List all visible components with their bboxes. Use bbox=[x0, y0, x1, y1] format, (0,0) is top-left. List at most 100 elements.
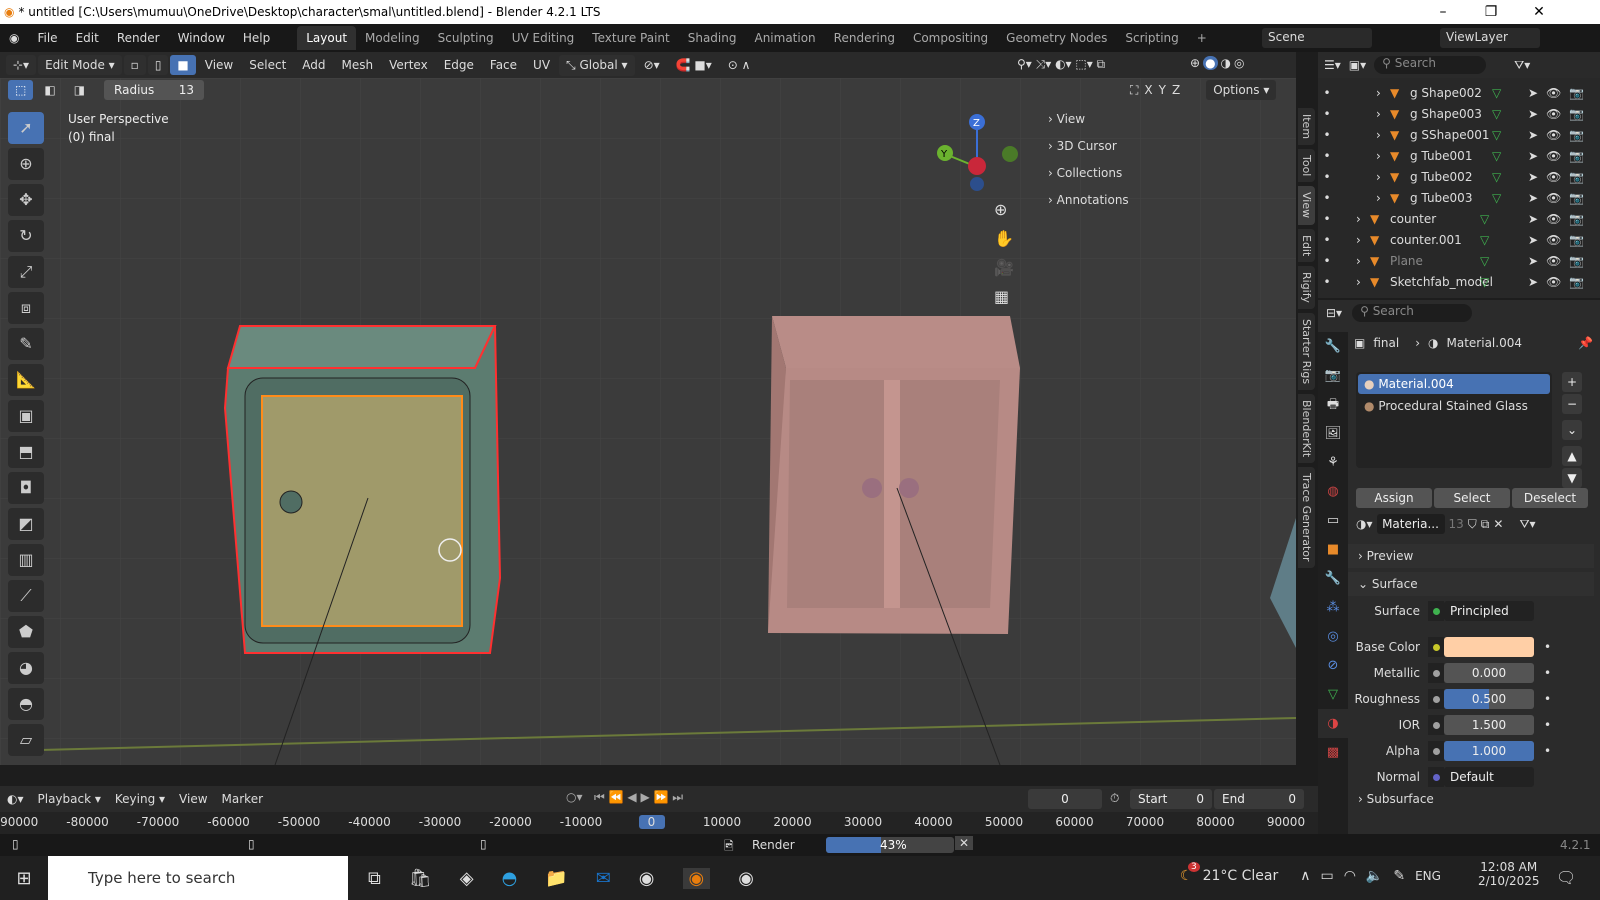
subsurface-panel-header[interactable]: › Subsurface bbox=[1358, 792, 1434, 806]
blender-taskbar-icon[interactable]: ◉ bbox=[682, 867, 711, 889]
tab-sculpting[interactable]: Sculpting bbox=[429, 26, 503, 50]
material-slot-item[interactable]: ● Procedural Stained Glass bbox=[1358, 396, 1550, 416]
editor-type-button[interactable]: ⊹▾ bbox=[6, 55, 37, 75]
scene-selector[interactable]: Scene bbox=[1262, 28, 1372, 48]
chrome-icon[interactable]: ◉ bbox=[738, 868, 754, 889]
panel-annotations[interactable]: › Annotations bbox=[1040, 187, 1280, 214]
taskbar-search[interactable]: Type here to search bbox=[48, 856, 348, 900]
timeline-ruler[interactable]: -90000 -80000 -70000 -60000 -50000 -40000 -300… bbox=[0, 812, 1318, 834]
zoom-icon[interactable]: ⊕ bbox=[994, 200, 1014, 219]
remove-slot-button[interactable]: − bbox=[1562, 394, 1582, 414]
eye-icon[interactable]: 👁 bbox=[1546, 107, 1561, 121]
current-frame-field[interactable]: 0 bbox=[1028, 789, 1102, 809]
tab-animation[interactable]: Animation bbox=[745, 26, 824, 50]
modifier-properties-icon[interactable]: 🔧 bbox=[1318, 564, 1348, 593]
menu-file[interactable]: File bbox=[28, 31, 66, 45]
file-explorer-icon[interactable]: 📁 bbox=[545, 868, 567, 889]
outliner-item[interactable]: • › ▼ g Tube003 ▽ ➤ 👁 📷 bbox=[1318, 187, 1600, 208]
material-users-count[interactable]: 13 bbox=[1449, 517, 1464, 531]
pan-hand-icon[interactable]: ✋ bbox=[994, 229, 1014, 248]
property-value[interactable]: Default bbox=[1444, 767, 1534, 787]
keyframe-dot-icon[interactable]: • bbox=[1544, 666, 1551, 680]
property-slider[interactable]: 0.000 bbox=[1444, 663, 1534, 683]
copilot-icon[interactable]: ◈ bbox=[460, 868, 474, 889]
material-shading-icon[interactable]: ◑ bbox=[1221, 56, 1231, 70]
tab-blenderkit[interactable]: BlenderKit bbox=[1298, 393, 1315, 464]
camera-view-icon[interactable]: 🎥 bbox=[994, 258, 1014, 277]
physics-icon[interactable]: ◎ bbox=[1318, 622, 1348, 651]
selectable-icon[interactable]: ➤ bbox=[1528, 191, 1538, 205]
outliner-item[interactable]: • › ▼ g Tube001 ▽ ➤ 👁 📷 bbox=[1318, 145, 1600, 166]
add-cube-tool-icon[interactable]: ▣ bbox=[8, 400, 44, 432]
minimize-button[interactable]: – bbox=[1420, 0, 1466, 24]
texture-properties-icon[interactable]: ▩ bbox=[1318, 738, 1348, 767]
tool-properties-icon[interactable]: 🔧 bbox=[1318, 332, 1348, 361]
selectable-icon[interactable]: ➤ bbox=[1528, 86, 1538, 100]
blender-menu-icon[interactable]: ◉ bbox=[0, 31, 28, 45]
inset-tool-icon[interactable]: ◘ bbox=[8, 472, 44, 504]
vertex-select-button[interactable]: ▫ bbox=[123, 55, 146, 75]
rotate-tool-icon[interactable]: ↻ bbox=[8, 220, 44, 252]
menu-render[interactable]: Render bbox=[108, 31, 169, 45]
poly-build-tool-icon[interactable]: ⬟ bbox=[8, 616, 44, 648]
spin-tool-icon[interactable]: ◕ bbox=[8, 652, 44, 684]
playhead[interactable]: 0 bbox=[638, 815, 665, 829]
property-slider[interactable]: 1.500 bbox=[1444, 715, 1534, 735]
panel-collections[interactable]: › Collections bbox=[1040, 160, 1280, 187]
menu-edge[interactable]: Edge bbox=[437, 55, 481, 75]
select-subtract-icon[interactable]: ◨ bbox=[67, 80, 92, 100]
socket-icon[interactable] bbox=[1428, 663, 1444, 683]
solid-shading-icon[interactable]: ● bbox=[1203, 56, 1218, 70]
expand-arrow-icon[interactable]: › bbox=[1376, 149, 1390, 163]
add-workspace-button[interactable]: + bbox=[1188, 26, 1216, 50]
cursor-tool-icon[interactable]: ⊕ bbox=[8, 148, 44, 180]
camera-render-icon[interactable]: 📷 bbox=[1569, 254, 1584, 268]
move-tool-icon[interactable]: ✥ bbox=[8, 184, 44, 216]
tab-rigify[interactable]: Rigify bbox=[1298, 265, 1315, 309]
next-keyframe-icon[interactable]: ⏩ bbox=[654, 790, 669, 804]
outliner-item[interactable]: • › ▼ counter.001 ▽ ➤ 👁 📷 bbox=[1318, 229, 1600, 250]
eye-icon[interactable]: 👁 bbox=[1546, 149, 1561, 163]
selectable-icon[interactable]: ➤ bbox=[1528, 149, 1538, 163]
select-button[interactable]: Select bbox=[1434, 488, 1510, 508]
edge-select-button[interactable]: ▯ bbox=[147, 55, 169, 75]
camera-render-icon[interactable]: 📷 bbox=[1569, 86, 1584, 100]
snap-icon[interactable]: 🧲 ■▾ bbox=[669, 55, 719, 75]
unlink-material-icon[interactable]: ✕ bbox=[1493, 517, 1503, 531]
add-slot-button[interactable]: + bbox=[1562, 372, 1582, 392]
outliner-item[interactable]: • › ▼ Plane ▽ ➤ 👁 📷 bbox=[1318, 250, 1600, 271]
outlook-icon[interactable]: ✉ bbox=[596, 868, 611, 889]
tray-chevron-icon[interactable]: ∧ bbox=[1300, 868, 1310, 884]
auto-key-icon[interactable]: ○▾ bbox=[566, 790, 583, 804]
perspective-toggle-icon[interactable]: ▦ bbox=[994, 287, 1014, 306]
camera-render-icon[interactable]: 📷 bbox=[1569, 170, 1584, 184]
menu-select[interactable]: Select bbox=[242, 55, 293, 75]
pin-icon[interactable]: 📌 bbox=[1578, 336, 1593, 350]
socket-icon[interactable] bbox=[1428, 601, 1444, 621]
rendered-shading-icon[interactable]: ◎ bbox=[1234, 56, 1244, 70]
overlay-gizmo-icons[interactable]: ⚲▾ ⤨▾ ◐▾ ⬚▾ ⧉ bbox=[1010, 54, 1112, 75]
menu-window[interactable]: Window bbox=[169, 31, 234, 45]
expand-arrow-icon[interactable]: › bbox=[1376, 107, 1390, 121]
tab-geometry-nodes[interactable]: Geometry Nodes bbox=[997, 26, 1116, 50]
eye-icon[interactable]: 👁 bbox=[1546, 212, 1561, 226]
outliner-item[interactable]: • › ▼ g SShape001 ▽ ➤ 👁 📷 bbox=[1318, 124, 1600, 145]
loop-cut-tool-icon[interactable]: ▥ bbox=[8, 544, 44, 576]
outliner-search[interactable]: ⚲ Search bbox=[1374, 56, 1487, 74]
tab-layout[interactable]: Layout bbox=[297, 26, 357, 50]
tab-edit[interactable]: Edit bbox=[1298, 228, 1315, 262]
selectable-icon[interactable]: ➤ bbox=[1528, 212, 1538, 226]
selectable-icon[interactable]: ➤ bbox=[1528, 107, 1538, 121]
tab-starter-rigs[interactable]: Starter Rigs bbox=[1298, 312, 1315, 390]
marker-menu[interactable]: Marker bbox=[215, 789, 270, 809]
expand-arrow-icon[interactable]: › bbox=[1356, 254, 1370, 268]
start-frame-field[interactable]: Start 0 bbox=[1130, 789, 1212, 809]
outliner-item[interactable]: • › ▼ g Shape002 ▽ ➤ 👁 📷 bbox=[1318, 82, 1600, 103]
menu-edit[interactable]: Edit bbox=[67, 31, 108, 45]
keyframe-dot-icon[interactable]: • bbox=[1544, 640, 1551, 654]
language-indicator[interactable]: ENG bbox=[1415, 869, 1441, 883]
battery-icon[interactable]: ▭ bbox=[1320, 868, 1333, 884]
annotate-tool-icon[interactable]: ✎ bbox=[8, 328, 44, 360]
duplicate-material-icon[interactable]: ⧉ bbox=[1481, 517, 1490, 532]
volume-icon[interactable]: 🔈 bbox=[1366, 868, 1383, 884]
